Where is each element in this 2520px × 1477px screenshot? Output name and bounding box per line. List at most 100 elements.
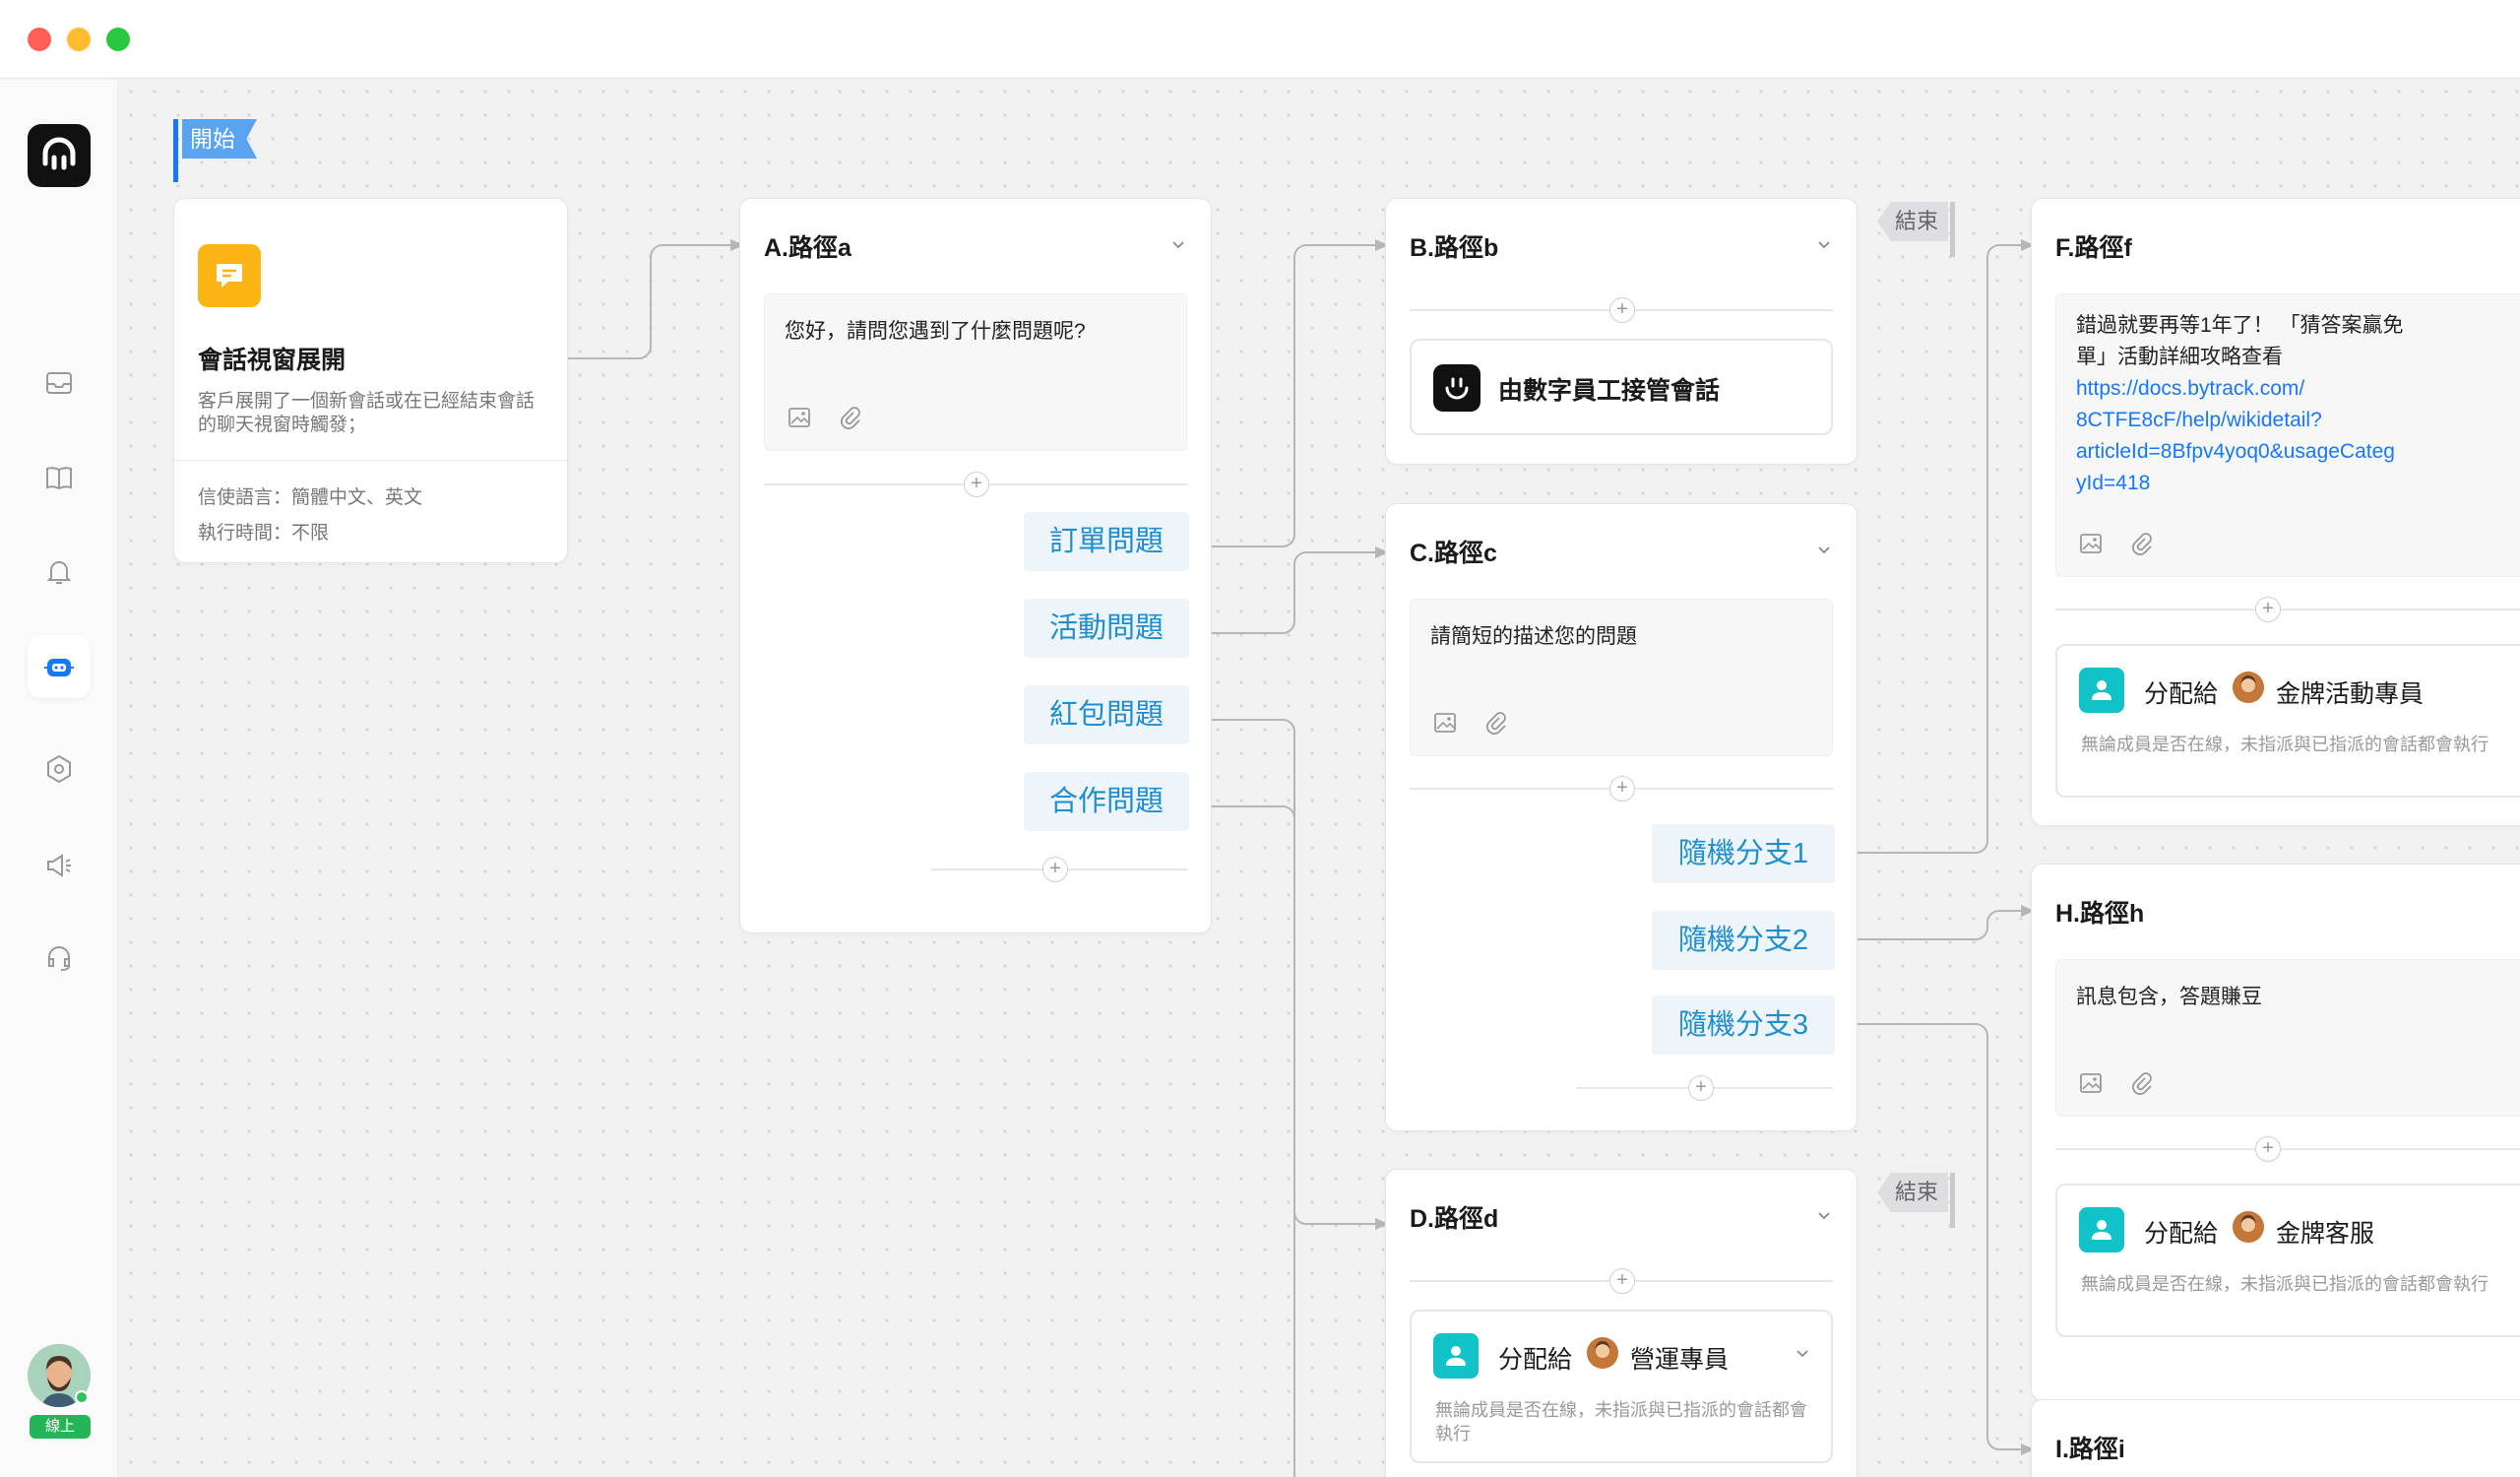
- add-step-button[interactable]: +: [2255, 1136, 2281, 1162]
- message-link[interactable]: https://docs.bytrack.com/: [2076, 373, 2520, 405]
- assignee-avatar-icon: [2233, 1211, 2264, 1243]
- random-branch-2[interactable]: 隨機分支2: [1652, 911, 1835, 970]
- megaphone-icon: [47, 854, 71, 877]
- add-branch-button[interactable]: +: [1042, 857, 1068, 882]
- paperclip-icon[interactable]: [2129, 1070, 2155, 1096]
- node-f-title: F.路徑f: [2055, 234, 2132, 262]
- message-attach-tools: [1432, 710, 1509, 736]
- message-link[interactable]: articleId=8Bfpv4yoq0&usageCateg: [2076, 436, 2520, 468]
- random-branch-3[interactable]: 隨機分支3: [1652, 995, 1835, 1055]
- node-h-message[interactable]: 訊息包含，答題賺豆: [2055, 959, 2520, 1117]
- assignee-name: 金牌客服: [2276, 1220, 2375, 1248]
- chat-bubble-icon: [217, 264, 242, 288]
- nav-settings[interactable]: [35, 745, 83, 793]
- hexagon-settings-icon: [47, 754, 71, 784]
- assign-desc: 無論成員是否在線，未指派與已指派的會話都會執行: [2081, 735, 2488, 754]
- node-c-message-text: 請簡短的描述您的問題: [1430, 625, 1637, 648]
- node-f-card[interactable]: F.路徑f 錯過就要再等1年了！ 「猜答案贏免 單」活動詳細攻略查看 https…: [2031, 198, 2520, 826]
- digital-agent-label: 由數字員工接管會話: [1498, 377, 1721, 405]
- node-c-message[interactable]: 請簡短的描述您的問題: [1410, 599, 1833, 756]
- chevron-down-icon[interactable]: [1171, 238, 1185, 252]
- branch-order[interactable]: 訂單問題: [1024, 512, 1189, 571]
- end-tag: 結束: [1877, 202, 1948, 241]
- node-i-title: I.路徑i: [2055, 1436, 2125, 1463]
- nav-marketing[interactable]: [35, 842, 83, 889]
- chevron-down-icon[interactable]: [1817, 1209, 1831, 1223]
- node-b-card[interactable]: B.路徑b + 由數字員工接管會話: [1385, 198, 1858, 465]
- paperclip-icon[interactable]: [2129, 531, 2155, 556]
- node-a-title: A.路徑a: [764, 234, 851, 262]
- node-i-card[interactable]: I.路徑i: [2031, 1399, 2520, 1477]
- smile-bot-icon: [1445, 377, 1469, 400]
- branch-redpacket[interactable]: 紅包問題: [1024, 685, 1189, 744]
- person-icon: [1446, 1346, 1466, 1366]
- random-branch-1[interactable]: 隨機分支1: [1652, 824, 1835, 883]
- node-d-card[interactable]: D.路徑d + 分配給 營運專員 無論成員是否在線，未指派與已指派的會話都會執行: [1385, 1169, 1858, 1477]
- assignee-avatar: [2233, 672, 2264, 703]
- window-maximize-button[interactable]: [106, 28, 130, 51]
- add-step-button[interactable]: +: [1609, 297, 1635, 323]
- node-d-title: D.路徑d: [1410, 1205, 1499, 1233]
- assignee-name: 金牌活動專員: [2276, 680, 2425, 708]
- image-icon[interactable]: [2078, 1070, 2104, 1096]
- trigger-language: 信使語言：簡體中文、英文: [198, 482, 422, 509]
- image-icon[interactable]: [787, 405, 812, 430]
- node-f-message[interactable]: 錯過就要再等1年了！ 「猜答案贏免 單」活動詳細攻略查看 https://doc…: [2055, 293, 2520, 577]
- trigger-time: 執行時間：不限: [198, 518, 329, 545]
- nav-bot[interactable]: [28, 635, 91, 698]
- window-close-button[interactable]: [28, 28, 51, 51]
- chevron-down-icon[interactable]: [1817, 544, 1831, 557]
- nav-knowledge[interactable]: [35, 454, 83, 501]
- add-step-button[interactable]: +: [1609, 1268, 1635, 1294]
- digital-agent-action[interactable]: 由數字員工接管會話: [1410, 339, 1833, 435]
- chevron-down-icon[interactable]: [1817, 238, 1831, 252]
- message-attach-tools: [2078, 531, 2155, 556]
- assign-label: 分配給: [2144, 680, 2219, 708]
- node-a-card[interactable]: A.路徑a 您好，請問您遇到了什麼問題呢? + 訂單問題 活動問題 紅包問題 合…: [739, 198, 1212, 933]
- paperclip-icon[interactable]: [838, 405, 863, 430]
- headset-icon: [48, 946, 70, 971]
- assign-action[interactable]: 分配給 金牌活動專員 無論成員是否在線，未指派與已指派的會話都會執行: [2055, 644, 2520, 798]
- branch-activity[interactable]: 活動問題: [1024, 599, 1189, 658]
- book-icon: [46, 467, 72, 490]
- image-icon[interactable]: [1432, 710, 1458, 736]
- node-a-message[interactable]: 您好，請問您遇到了什麼問題呢?: [764, 293, 1187, 451]
- add-branch-button[interactable]: +: [1688, 1075, 1714, 1101]
- assign-action[interactable]: 分配給 營運專員 無論成員是否在線，未指派與已指派的會話都會執行: [1410, 1310, 1833, 1463]
- trigger-desc: 客戶展開了一個新會話或在已經結束會話的聊天視窗時觸發；: [198, 391, 536, 435]
- node-b-title: B.路徑b: [1410, 234, 1499, 262]
- paperclip-icon[interactable]: [1483, 710, 1509, 736]
- app-logo[interactable]: [28, 124, 91, 187]
- assignee-avatar-icon: [2233, 672, 2264, 703]
- message-link[interactable]: 8CTFE8cF/help/wikidetail?: [2076, 405, 2520, 436]
- image-icon[interactable]: [2078, 531, 2104, 556]
- add-step-button[interactable]: +: [964, 472, 989, 497]
- language-value: 簡體中文、英文: [291, 487, 423, 508]
- message-link[interactable]: yId=418: [2076, 468, 2520, 499]
- add-step-button[interactable]: +: [2255, 597, 2281, 622]
- trigger-card[interactable]: 會話視窗展開 客戶展開了一個新會話或在已經結束會話的聊天視窗時觸發； 信使語言：…: [173, 198, 568, 563]
- add-step-button[interactable]: +: [1609, 776, 1635, 802]
- node-c-card[interactable]: C.路徑c 請簡短的描述您的問題 + 隨機分支1 隨機分支2 隨機分支3 +: [1385, 503, 1858, 1131]
- nav-notifications[interactable]: [35, 548, 83, 596]
- message-line: 錯過就要再等1年了！ 「猜答案贏免: [2076, 314, 2404, 337]
- chevron-down-icon[interactable]: [1796, 1347, 1809, 1361]
- flow-canvas[interactable]: 開始 會話視窗展開 客戶展開了一個新會話或在已經結束會話的聊天視窗時觸發； 信使…: [119, 80, 2520, 1477]
- window-minimize-button[interactable]: [67, 28, 91, 51]
- assignee-name: 營運專員: [1630, 1346, 1730, 1374]
- branch-cooperation[interactable]: 合作問題: [1024, 772, 1189, 831]
- assign-action[interactable]: 分配給 金牌客服 無論成員是否在線，未指派與已指派的會話都會執行: [2055, 1184, 2520, 1337]
- message-attach-tools: [787, 405, 863, 430]
- digital-agent-icon-wrap: [1433, 364, 1480, 412]
- time-value: 不限: [291, 523, 330, 544]
- nav-inbox[interactable]: [35, 359, 83, 407]
- nav-support[interactable]: [35, 934, 83, 982]
- person-icon: [2092, 1220, 2111, 1240]
- inbox-icon: [46, 372, 72, 394]
- status-badge[interactable]: 線上: [30, 1415, 91, 1439]
- node-f-message-text: 錯過就要再等1年了！ 「猜答案贏免 單」活動詳細攻略查看 https://doc…: [2076, 310, 2520, 499]
- assign-icon-wrap: [2079, 668, 2124, 713]
- assign-icon-wrap: [1433, 1333, 1479, 1379]
- node-h-card[interactable]: H.路徑h 訊息包含，答題賺豆 + 分配給 金牌客服 無論成員是否在線，未指派與…: [2031, 864, 2520, 1401]
- assign-desc: 無論成員是否在線，未指派與已指派的會話都會執行: [1435, 1400, 1807, 1444]
